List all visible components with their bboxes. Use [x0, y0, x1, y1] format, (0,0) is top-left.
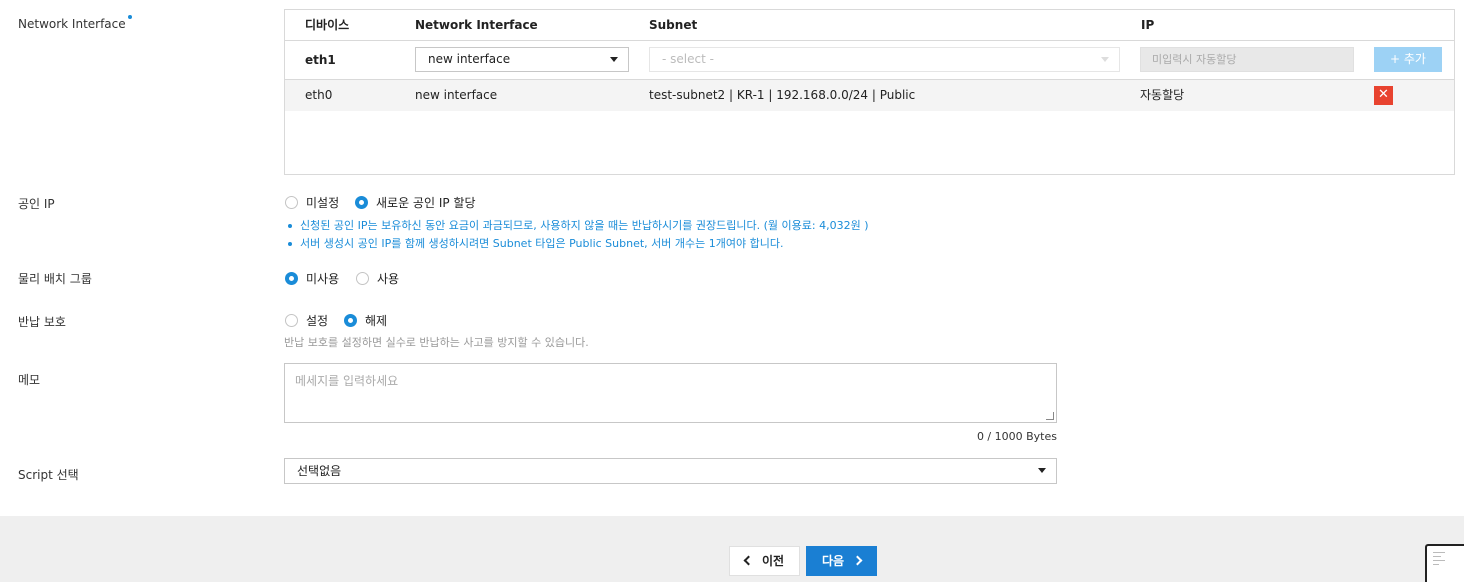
subnet-select[interactable]: - select - — [649, 47, 1120, 72]
return-protection-option-on[interactable]: 설정 — [285, 312, 328, 329]
chevron-right-icon — [852, 555, 863, 566]
script-select[interactable]: 선택없음 — [284, 458, 1057, 484]
ip-input-placeholder: 미입력시 자동할당 — [1152, 53, 1237, 66]
radio-icon — [285, 314, 298, 327]
chevron-down-icon — [610, 57, 618, 62]
radio-checked-icon — [285, 272, 298, 285]
placement-group-option-used[interactable]: 사용 — [356, 270, 399, 287]
option-label: 새로운 공인 IP 할당 — [376, 196, 476, 210]
memo-textarea[interactable]: 메세지를 입력하세요 — [284, 363, 1057, 423]
table-header: 디바이스 Network Interface Subnet IP — [285, 10, 1454, 41]
option-label: 미설정 — [306, 196, 340, 210]
return-protection-option-off[interactable]: 해제 — [344, 312, 387, 329]
network-interface-table: 디바이스 Network Interface Subnet IP eth1 ne… — [284, 9, 1455, 175]
note-text: 서버 생성시 공인 IP를 함께 생성하시려면 Subnet 타입은 Publi… — [300, 237, 784, 250]
add-interface-row: eth1 new interface - select - 미입력시 자동할당 … — [285, 41, 1454, 80]
note-text: 신청된 공인 IP는 보유하신 동안 요금이 과금되므로, 사용하지 않을 때는… — [300, 219, 869, 232]
row-subnet: test-subnet2 | KR-1 | 192.168.0.0/24 | P… — [649, 88, 916, 102]
next-label: 다음 — [821, 554, 845, 568]
bullet-icon — [288, 224, 292, 228]
radio-icon — [285, 196, 298, 209]
script-label: Script 선택 — [18, 468, 79, 482]
memo-byte-counter: 0 / 1000 Bytes — [976, 430, 1057, 443]
script-select-value: 선택없음 — [297, 464, 342, 478]
chevron-left-icon — [743, 555, 754, 566]
prev-button[interactable]: 이전 — [729, 546, 800, 576]
row-interface: new interface — [415, 88, 498, 102]
radio-icon — [356, 272, 369, 285]
row-device: eth0 — [305, 88, 333, 102]
placement-group-label: 물리 배치 그룹 — [18, 272, 92, 286]
column-subnet: Subnet — [649, 18, 698, 32]
public-ip-label: 공인 IP — [18, 197, 55, 211]
radio-checked-icon — [344, 314, 357, 327]
option-label: 사용 — [377, 272, 400, 286]
memo-label: 메모 — [18, 373, 41, 387]
option-label: 미사용 — [306, 272, 340, 286]
network-interface-label: Network Interface — [18, 15, 132, 31]
required-dot — [127, 15, 132, 19]
prev-label: 이전 — [761, 554, 785, 568]
add-button[interactable]: + 추가 — [1374, 47, 1442, 72]
public-ip-note-1: 신청된 공인 IP는 보유하신 동안 요금이 과금되므로, 사용하지 않을 때는… — [288, 217, 869, 233]
row-ip: 자동할당 — [1140, 88, 1185, 102]
interface-select-value: new interface — [428, 52, 511, 66]
public-ip-option-none[interactable]: 미설정 — [285, 194, 339, 211]
chevron-down-icon — [1038, 468, 1046, 473]
column-ip: IP — [1141, 18, 1155, 32]
option-label: 해제 — [365, 314, 388, 328]
ip-input[interactable]: 미입력시 자동할당 — [1140, 47, 1354, 72]
return-protection-hint: 반납 보호를 설정하면 실수로 반납하는 사고를 방지할 수 있습니다. — [284, 336, 589, 349]
column-network-interface: Network Interface — [415, 18, 538, 32]
option-label: 설정 — [306, 314, 329, 328]
new-device-name: eth1 — [305, 53, 336, 67]
public-ip-note-2: 서버 생성시 공인 IP를 함께 생성하시려면 Subnet 타입은 Publi… — [288, 235, 783, 251]
chevron-down-icon — [1101, 57, 1109, 62]
public-ip-option-new[interactable]: 새로운 공인 IP 할당 — [355, 194, 476, 211]
memo-placeholder: 메세지를 입력하세요 — [295, 374, 399, 388]
preview-thumbnail[interactable] — [1425, 544, 1464, 582]
radio-checked-icon — [355, 196, 368, 209]
table-row: eth0 new interface test-subnet2 | KR-1 |… — [285, 80, 1454, 111]
next-button[interactable]: 다음 — [806, 546, 877, 576]
resize-handle-icon[interactable] — [1046, 412, 1054, 420]
bullet-icon — [288, 242, 292, 246]
column-device: 디바이스 — [305, 18, 350, 32]
delete-button[interactable]: ✕ — [1374, 86, 1393, 105]
return-protection-label: 반납 보호 — [18, 315, 66, 329]
placement-group-option-unused[interactable]: 미사용 — [285, 270, 339, 287]
interface-select[interactable]: new interface — [415, 47, 629, 72]
subnet-select-placeholder: - select - — [662, 52, 714, 66]
